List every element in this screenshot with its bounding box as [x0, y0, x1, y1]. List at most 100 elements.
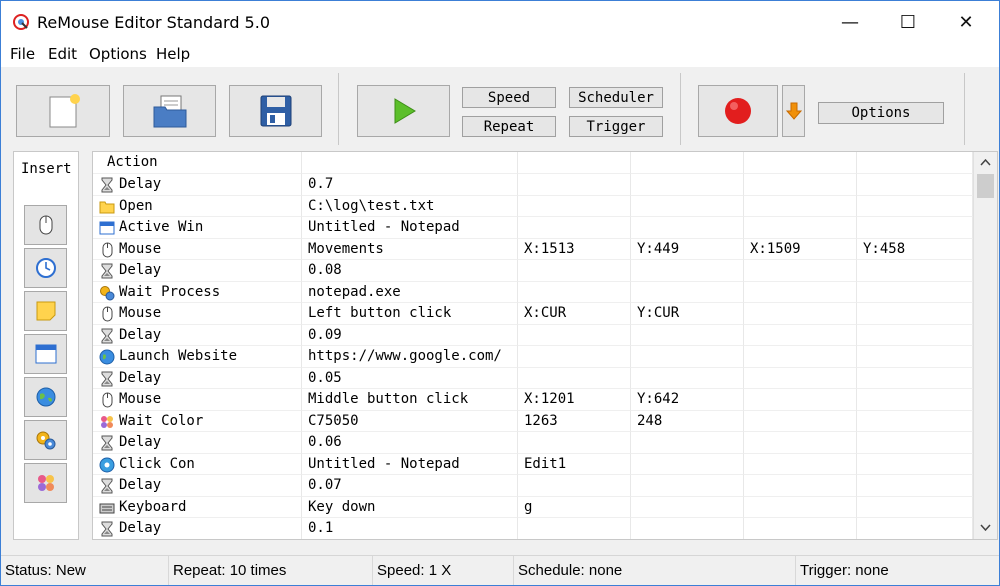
- menu-options[interactable]: Options: [89, 45, 147, 63]
- param-cell-c5[interactable]: [744, 475, 857, 497]
- action-cell[interactable]: Keyboard: [93, 496, 302, 518]
- table-row[interactable]: Mouse Movements X:1513 Y:449 X:1509 Y:458: [93, 238, 973, 260]
- param-cell-c5[interactable]: [744, 260, 857, 282]
- param-cell-c2[interactable]: 0.1: [302, 518, 518, 539]
- scroll-down-button[interactable]: [974, 517, 997, 537]
- param-cell-c2[interactable]: C75050: [302, 410, 518, 432]
- param-cell-c3[interactable]: [518, 432, 631, 454]
- action-cell[interactable]: Wait Color: [93, 410, 302, 432]
- param-cell-c6[interactable]: [857, 475, 973, 497]
- menu-file[interactable]: File: [10, 45, 35, 63]
- param-cell-c5[interactable]: [744, 518, 857, 539]
- param-cell-c2[interactable]: 0.06: [302, 432, 518, 454]
- repeat-button[interactable]: Repeat: [462, 116, 556, 137]
- param-cell-c6[interactable]: [857, 410, 973, 432]
- param-cell-c6[interactable]: [857, 367, 973, 389]
- param-cell-c6[interactable]: [857, 346, 973, 368]
- param-cell-c4[interactable]: Y:CUR: [631, 303, 744, 325]
- param-cell-c4[interactable]: [631, 346, 744, 368]
- param-cell-c5[interactable]: [744, 453, 857, 475]
- maximize-button[interactable]: ☐: [879, 1, 937, 43]
- param-cell-c3[interactable]: Edit1: [518, 453, 631, 475]
- param-cell-c5[interactable]: [744, 217, 857, 239]
- param-cell-c5[interactable]: [744, 496, 857, 518]
- action-cell[interactable]: Mouse: [93, 238, 302, 260]
- param-cell-c2[interactable]: Untitled - Notepad: [302, 453, 518, 475]
- insert-mouse-button[interactable]: [24, 205, 67, 245]
- param-cell-c3[interactable]: [518, 174, 631, 196]
- action-cell[interactable]: Delay: [93, 432, 302, 454]
- param-cell-c5[interactable]: [744, 281, 857, 303]
- param-cell-c2[interactable]: notepad.exe: [302, 281, 518, 303]
- param-cell-c6[interactable]: [857, 281, 973, 303]
- param-cell-c6[interactable]: [857, 432, 973, 454]
- param-cell-c4[interactable]: [631, 174, 744, 196]
- param-cell-c4[interactable]: Y:449: [631, 238, 744, 260]
- speed-button[interactable]: Speed: [462, 87, 556, 108]
- insert-website-button[interactable]: [24, 377, 67, 417]
- param-cell-c4[interactable]: [631, 432, 744, 454]
- param-cell-c2[interactable]: Middle button click: [302, 389, 518, 411]
- insert-delay-button[interactable]: [24, 248, 67, 288]
- trigger-button[interactable]: Trigger: [569, 116, 663, 137]
- param-cell-c2[interactable]: Left button click: [302, 303, 518, 325]
- table-row[interactable]: Mouse Left button click X:CUR Y:CUR: [93, 303, 973, 325]
- action-cell[interactable]: Delay: [93, 174, 302, 196]
- param-cell-c4[interactable]: [631, 195, 744, 217]
- param-cell-c4[interactable]: [631, 475, 744, 497]
- action-cell[interactable]: Mouse: [93, 389, 302, 411]
- insert-color-button[interactable]: [24, 463, 67, 503]
- header-col3[interactable]: [518, 152, 631, 174]
- param-cell-c2[interactable]: Key down: [302, 496, 518, 518]
- action-cell[interactable]: Wait Process: [93, 281, 302, 303]
- table-row[interactable]: Delay 0.06: [93, 432, 973, 454]
- param-cell-c6[interactable]: [857, 496, 973, 518]
- param-cell-c3[interactable]: [518, 475, 631, 497]
- param-cell-c3[interactable]: [518, 260, 631, 282]
- param-cell-c3[interactable]: g: [518, 496, 631, 518]
- param-cell-c3[interactable]: [518, 518, 631, 539]
- action-cell[interactable]: Launch Website: [93, 346, 302, 368]
- param-cell-c6[interactable]: [857, 518, 973, 539]
- param-cell-c3[interactable]: 1263: [518, 410, 631, 432]
- table-row[interactable]: Delay 0.08: [93, 260, 973, 282]
- param-cell-c6[interactable]: [857, 303, 973, 325]
- table-row[interactable]: Keyboard Key down g: [93, 496, 973, 518]
- action-cell[interactable]: Delay: [93, 518, 302, 539]
- action-cell[interactable]: Delay: [93, 475, 302, 497]
- param-cell-c4[interactable]: [631, 324, 744, 346]
- param-cell-c5[interactable]: [744, 432, 857, 454]
- scheduler-button[interactable]: Scheduler: [569, 87, 663, 108]
- param-cell-c3[interactable]: [518, 346, 631, 368]
- table-row[interactable]: Delay 0.09: [93, 324, 973, 346]
- param-cell-c6[interactable]: [857, 389, 973, 411]
- scroll-up-button[interactable]: [974, 152, 997, 172]
- menu-help[interactable]: Help: [156, 45, 190, 63]
- table-row[interactable]: Active Win Untitled - Notepad: [93, 217, 973, 239]
- param-cell-c5[interactable]: X:1509: [744, 238, 857, 260]
- header-col5[interactable]: [744, 152, 857, 174]
- param-cell-c4[interactable]: [631, 518, 744, 539]
- table-row[interactable]: Mouse Middle button click X:1201 Y:642: [93, 389, 973, 411]
- param-cell-c3[interactable]: [518, 324, 631, 346]
- open-button[interactable]: [123, 85, 216, 137]
- param-cell-c2[interactable]: 0.08: [302, 260, 518, 282]
- param-cell-c2[interactable]: 0.07: [302, 475, 518, 497]
- param-cell-c4[interactable]: [631, 281, 744, 303]
- minimize-button[interactable]: —: [821, 1, 879, 43]
- param-cell-c3[interactable]: X:1201: [518, 389, 631, 411]
- param-cell-c4[interactable]: [631, 260, 744, 282]
- param-cell-c6[interactable]: [857, 174, 973, 196]
- insert-file-button[interactable]: [24, 291, 67, 331]
- save-button[interactable]: [229, 85, 322, 137]
- param-cell-c3[interactable]: [518, 195, 631, 217]
- action-cell[interactable]: Active Win: [93, 217, 302, 239]
- param-cell-c5[interactable]: [744, 303, 857, 325]
- action-cell[interactable]: Delay: [93, 324, 302, 346]
- param-cell-c6[interactable]: [857, 453, 973, 475]
- record-button[interactable]: [698, 85, 778, 137]
- header-col4[interactable]: [631, 152, 744, 174]
- param-cell-c5[interactable]: [744, 410, 857, 432]
- table-row[interactable]: Launch Website https://www.google.com/: [93, 346, 973, 368]
- param-cell-c3[interactable]: X:1513: [518, 238, 631, 260]
